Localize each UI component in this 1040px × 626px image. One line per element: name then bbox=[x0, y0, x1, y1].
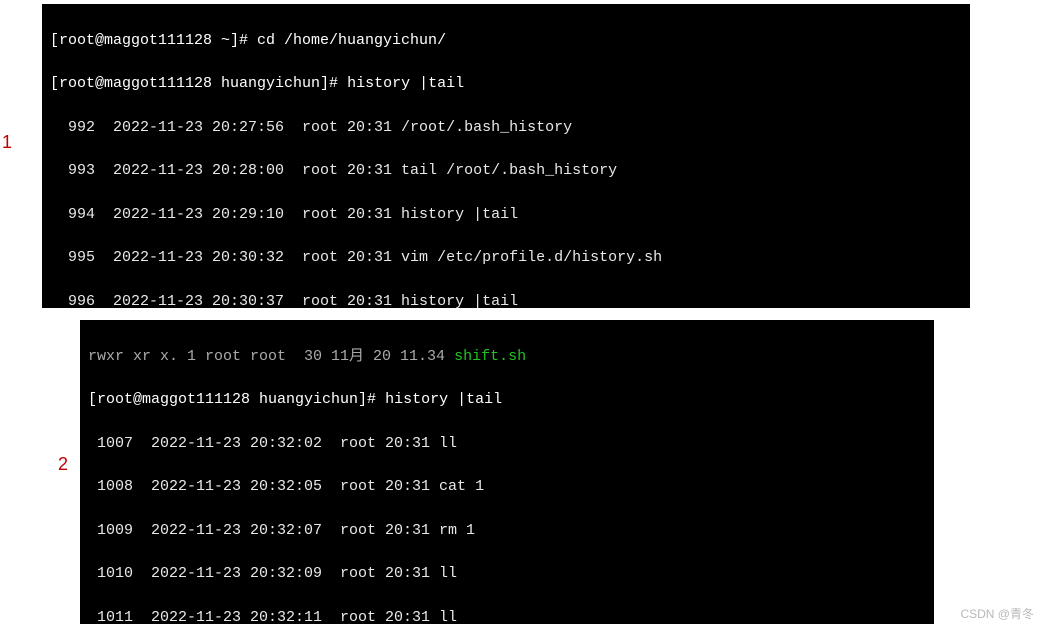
ls-filename: shift.sh bbox=[454, 348, 526, 365]
term1-prompt-line: [root@maggot111128 huangyichun]# history… bbox=[50, 73, 962, 95]
term2-prompt-line: [root@maggot111128 huangyichun]# history… bbox=[88, 389, 926, 411]
history-line: 992 2022-11-23 20:27:56 root 20:31 /root… bbox=[50, 117, 962, 139]
history-line: 996 2022-11-23 20:30:37 root 20:31 histo… bbox=[50, 291, 962, 308]
command-text: history |tail bbox=[347, 75, 464, 92]
watermark: CSDN @青冬 bbox=[960, 605, 1034, 622]
command-text: history |tail bbox=[385, 391, 502, 408]
history-line: 994 2022-11-23 20:29:10 root 20:31 histo… bbox=[50, 204, 962, 226]
ls-fragment: rwxr xr x. 1 root root 30 11月 20 11.34 bbox=[88, 348, 454, 365]
history-line: 1008 2022-11-23 20:32:05 root 20:31 cat … bbox=[88, 476, 926, 498]
history-line: 995 2022-11-23 20:30:32 root 20:31 vim /… bbox=[50, 247, 962, 269]
history-line: 1011 2022-11-23 20:32:11 root 20:31 ll bbox=[88, 607, 926, 624]
terminal-1[interactable]: [root@maggot111128 ~]# cd /home/huangyic… bbox=[42, 4, 970, 308]
prompt: [root@maggot111128 huangyichun]# bbox=[50, 75, 347, 92]
history-line: 1007 2022-11-23 20:32:02 root 20:31 ll bbox=[88, 433, 926, 455]
history-line: 993 2022-11-23 20:28:00 root 20:31 tail … bbox=[50, 160, 962, 182]
term2-scrap-line: rwxr xr x. 1 root root 30 11月 20 11.34 s… bbox=[88, 346, 926, 368]
label-2: 2 bbox=[58, 454, 68, 475]
label-1: 1 bbox=[2, 132, 12, 153]
history-line: 1010 2022-11-23 20:32:09 root 20:31 ll bbox=[88, 563, 926, 585]
history-line: 1009 2022-11-23 20:32:07 root 20:31 rm 1 bbox=[88, 520, 926, 542]
prompt: [root@maggot111128 huangyichun]# bbox=[88, 391, 385, 408]
terminal-2[interactable]: rwxr xr x. 1 root root 30 11月 20 11.34 s… bbox=[80, 320, 934, 624]
term1-prev-cmd: [root@maggot111128 ~]# cd /home/huangyic… bbox=[50, 30, 962, 52]
